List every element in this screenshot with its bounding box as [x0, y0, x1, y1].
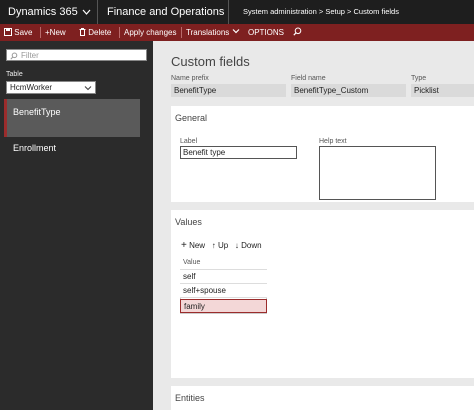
apply-changes-button[interactable]: Apply changes [124, 24, 176, 41]
entities-section [171, 386, 474, 410]
type-label: Type [411, 75, 427, 82]
translations-label: Translations [186, 28, 230, 37]
save-label: Save [14, 28, 33, 37]
move-up-button[interactable]: ↑ Up [212, 241, 228, 250]
chevron-down-icon [232, 29, 239, 34]
translations-button[interactable]: Translations [186, 24, 240, 41]
table-row[interactable]: self+spouse [180, 284, 267, 298]
label-field[interactable]: Benefit type [180, 146, 297, 159]
table-row[interactable]: self [180, 270, 267, 284]
filter-input[interactable]: Filter [6, 49, 147, 61]
options-button[interactable]: OPTIONS [248, 24, 284, 41]
new-label: New [49, 28, 66, 37]
table-select[interactable]: HcmWorker [6, 81, 96, 94]
help-text-label: Help text [319, 138, 347, 145]
save-button[interactable]: Save [4, 24, 32, 41]
breadcrumb-item[interactable]: Custom fields [354, 7, 399, 16]
breadcrumb-item[interactable]: Setup [325, 7, 345, 16]
list-item-enrollment[interactable]: Enrollment [4, 137, 140, 159]
table-row[interactable]: family [180, 299, 267, 313]
move-down-label: Down [241, 241, 262, 250]
save-icon [4, 28, 12, 36]
search-icon [293, 27, 302, 36]
breadcrumb-item[interactable]: System administration [243, 7, 317, 16]
table-label: Table [6, 71, 23, 78]
plus-icon: + [181, 240, 187, 251]
field-name-value: BenefitType_Custom [291, 84, 406, 97]
chevron-down-icon[interactable] [82, 0, 91, 24]
delete-button[interactable]: Delete [79, 24, 111, 41]
new-value-button[interactable]: + New [181, 240, 206, 251]
entities-section-title[interactable]: Entities [175, 393, 205, 403]
delete-label: Delete [88, 28, 112, 37]
name-prefix-value: BenefitType [171, 84, 286, 97]
list-item-label: BenefitType [13, 107, 61, 117]
module-name[interactable]: Finance and Operations [107, 0, 224, 24]
new-button[interactable]: +New [45, 24, 66, 41]
new-value-label: New [189, 241, 206, 250]
top-nav: Dynamics 365 Finance and Operations Syst… [0, 0, 474, 24]
breadcrumb: System administration > Setup > Custom f… [243, 0, 399, 24]
table-select-value: HcmWorker [10, 83, 53, 92]
general-section-title[interactable]: General [175, 113, 207, 123]
action-bar: Save +New Delete Apply changes Translati… [0, 24, 474, 41]
page-title: Custom fields [171, 54, 250, 69]
type-value: Picklist [411, 84, 474, 97]
list-item-label: Enrollment [13, 143, 57, 153]
arrow-down-icon: ↓ [234, 241, 239, 250]
search-button[interactable] [293, 24, 302, 41]
search-icon [10, 52, 18, 60]
label-field-label: Label [180, 138, 198, 145]
name-prefix-label: Name prefix [171, 75, 209, 82]
move-up-label: Up [218, 241, 229, 250]
chevron-down-icon [84, 86, 92, 91]
help-text-field[interactable] [319, 146, 436, 200]
arrow-up-icon: ↑ [211, 241, 216, 250]
values-column-header: Value [180, 256, 267, 270]
values-section-title[interactable]: Values [175, 217, 202, 227]
app-name[interactable]: Dynamics 365 [8, 0, 78, 24]
trash-icon [79, 28, 86, 36]
field-name-label: Field name [291, 75, 326, 82]
move-down-button[interactable]: ↓ Down [235, 241, 262, 250]
values-toolbar: + New ↑ Up ↓ Down [181, 240, 262, 251]
list-item-benefittype[interactable]: BenefitType [4, 99, 140, 137]
left-pane [0, 41, 153, 410]
filter-placeholder: Filter [21, 51, 39, 60]
